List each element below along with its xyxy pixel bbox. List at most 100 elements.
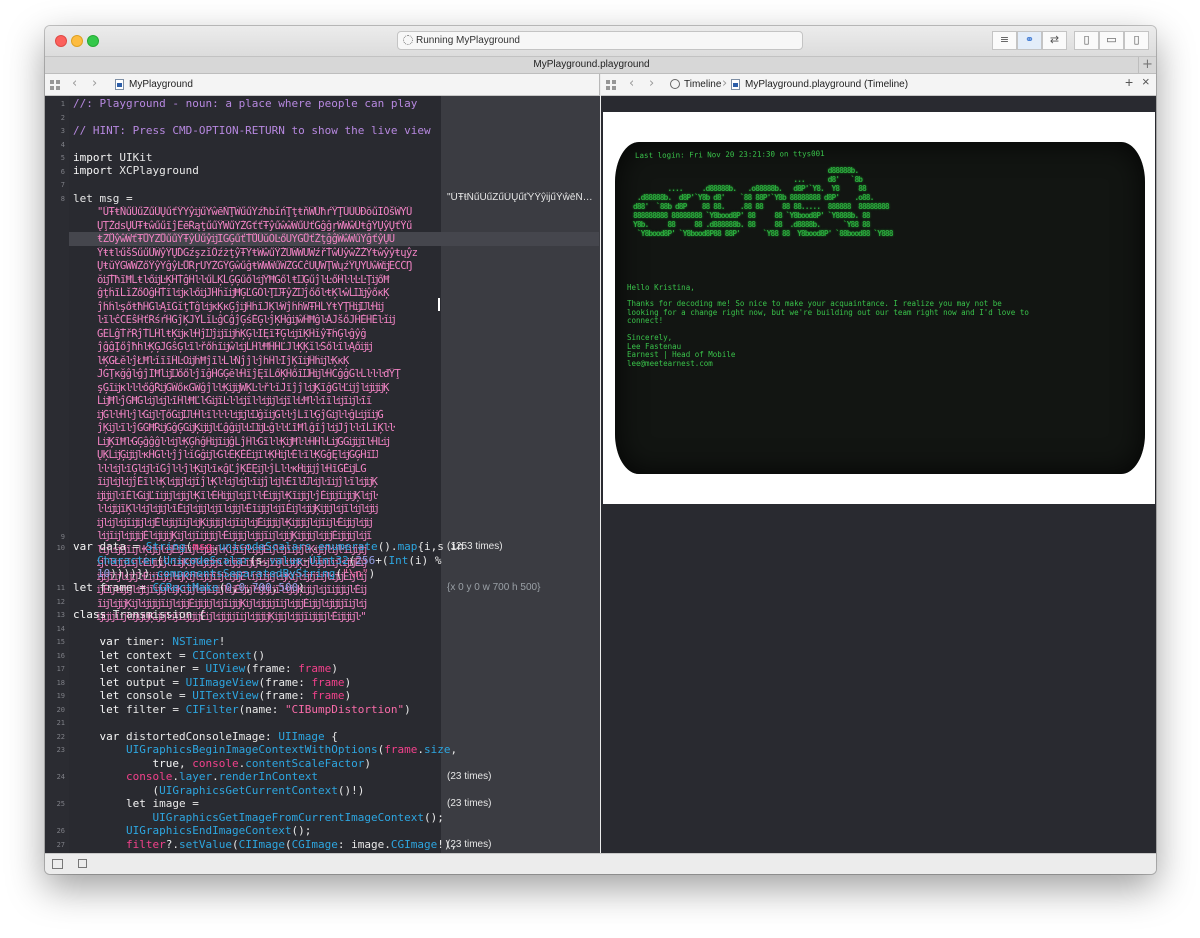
code-token: filter [73, 838, 166, 851]
code-token: (); [291, 824, 312, 837]
msg-string-line: ŲĶĹĳĢĳĳŀĸĤĞŀŀĵĵŀĭĠĝĳŀĞŀĚĶĚĚĳĩŀĶĤĳŀĚŀĩŀĶĞ… [97, 449, 378, 461]
code-line-10-cont[interactable]: Character(UnicodeScalar(s.value-UInt32(2… [97, 554, 448, 568]
code-line-13[interactable]: class Transmission { [73, 608, 205, 622]
timeline-menu[interactable]: Timeline [684, 79, 721, 91]
code-line-10[interactable]: var data = String(msg.unicodeScalars.enu… [73, 540, 464, 554]
jump-bar-file[interactable]: MyPlayground [129, 79, 193, 91]
code-token: filter = [119, 703, 186, 716]
code-token: ( [231, 838, 239, 851]
crt-console: Last login: Fri Nov 20 23:21:30 on ttys0… [615, 142, 1145, 474]
result-line-25[interactable]: (23 times) [447, 798, 491, 809]
result-line-24[interactable]: (23 times) [447, 771, 491, 782]
close-window-button[interactable] [55, 35, 67, 47]
line-number: 16 [56, 652, 65, 660]
back-chevron-icon[interactable]: ‹ [72, 77, 77, 91]
result-line-11[interactable]: {x 0 y 0 w 700 h 500} [447, 582, 540, 593]
result-line-10[interactable]: (1253 times) [447, 541, 503, 552]
code-token: : image. [337, 838, 391, 851]
code-token: (). [377, 540, 398, 553]
code-token: size [424, 743, 451, 756]
code-token: {i,s [417, 540, 451, 553]
msg-string-line: "ŰŦŧŇűŰűŻűŰŲűťŶŸŷĳűŸŵēŇŢŴűűŸźħbĭńŢţŧňŴŰħ… [97, 206, 412, 218]
close-assistant-button[interactable]: × [1142, 75, 1150, 88]
code-token: , [245, 581, 252, 594]
forward-chevron-icon[interactable]: › [92, 77, 97, 91]
code-line-11[interactable]: let frame = CGRectMake(0,0,700,500) [73, 581, 305, 595]
code-token: ) [331, 662, 338, 675]
code-line-26[interactable]: UIGraphicsEndImageContext(); [73, 824, 311, 838]
code-line-23-cont[interactable]: true, console.contentScaleFactor) [73, 757, 371, 771]
minimize-window-button[interactable] [71, 35, 83, 47]
line-number: 24 [56, 773, 65, 781]
code-token: . [212, 770, 219, 783]
code-token: enumerate [318, 540, 378, 553]
title-bar: Running MyPlayground ≡ ⚭ ⇄ ▯ ▭ ▯ [45, 26, 1156, 56]
timeline-file[interactable]: MyPlayground.playground (Timeline) [745, 79, 908, 91]
code-line-15[interactable]: var timer: NSTimer! [73, 635, 225, 649]
code-line-6[interactable]: import XCPlayground [73, 164, 199, 178]
msg-string-line: ĳĞŀŀĤŀĵŀĞĳŀŢőĞĳĲŀĤŀĩŀŀŀŀĳĳŀĲĝĭĳĞŀŀĵĹĩŀĢĵ… [97, 408, 384, 421]
code-token: let [73, 703, 120, 716]
toggle-navigator-button[interactable]: ▯ [1074, 31, 1099, 50]
related-items-icon[interactable] [50, 80, 60, 90]
msg-string-line: ĵĥĥŀşőŧħĤĞŀĄĩĞĭţŤĝŀĳĸĶĸĢĵĳĤĥĩĴĶŀŴĵĥĥŴŦĤĹ… [97, 300, 384, 313]
new-tab-button[interactable]: + [1138, 57, 1156, 73]
run-toggle-icon[interactable] [78, 859, 87, 868]
code-line-5[interactable]: import UIKit [73, 151, 153, 165]
code-token: (frame: [245, 662, 299, 675]
code-token: .componentsSeparatedByString [150, 567, 336, 580]
code-line-3[interactable]: // HINT: Press CMD-OPTION-RETURN to show… [73, 124, 431, 138]
msg-string-line: ŀĩŀĉĆĔŝĤťŔśŕĤĞĵĶĴŸĹĭĿĝĆĝĵĢśĚĢŀĵĶĤĝĳŵĤĦĝŀ… [97, 314, 395, 326]
code-line-18[interactable]: let output = UIImageView(frame: frame) [73, 676, 351, 690]
code-token: distortedConsoleImage: [119, 730, 279, 743]
related-items-icon[interactable] [606, 80, 616, 90]
code-token: UIGraphicsEndImageContext [73, 824, 292, 837]
code-line-24[interactable]: console.layer.renderInContext [73, 770, 318, 784]
show-debug-area-icon[interactable] [52, 859, 63, 869]
code-line-1[interactable]: //: Playground - noun: a place where peo… [73, 97, 417, 111]
code-token: layer [178, 770, 213, 783]
lines-icon: ≡ [999, 33, 1010, 46]
add-assistant-button[interactable]: + [1125, 75, 1133, 89]
code-line-23[interactable]: UIGraphicsBeginImageContextWithOptions(f… [73, 743, 457, 757]
back-chevron-icon[interactable]: ‹ [629, 77, 634, 91]
version-editor-button[interactable]: ⇄ [1042, 31, 1067, 50]
line-number: 11 [56, 584, 65, 592]
standard-editor-button[interactable]: ≡ [992, 31, 1017, 50]
line-number: 22 [56, 733, 65, 741]
last-login-text: Last login: Fri Nov 20 23:21:30 on ttys0… [634, 149, 825, 160]
left-panel-icon: ▯ [1083, 33, 1090, 46]
toggle-debug-area-button[interactable]: ▭ [1099, 31, 1124, 50]
code-token: container = [119, 662, 206, 675]
code-line-20[interactable]: let filter = CIFilter(name: "CIBumpDisto… [73, 703, 410, 717]
forward-chevron-icon[interactable]: › [649, 77, 654, 91]
code-line-22[interactable]: var distortedConsoleImage: UIImage { [73, 730, 337, 744]
result-line-27[interactable]: (23 times) [447, 839, 491, 850]
code-line-8[interactable]: let msg = [73, 192, 133, 206]
toggle-utilities-button[interactable]: ▯ [1124, 31, 1149, 50]
code-token: let [73, 797, 146, 810]
xcode-window: Running MyPlayground ≡ ⚭ ⇄ ▯ ▭ ▯ MyPlayg… [45, 26, 1156, 874]
msg-string-line: şĢĩĳĸŀŀŀőĝŘĳĞŴőĸĠŴĝĵŀŀĶĳĳŴĶĿŀřŀĭĴĩĵĵŀĳĶĩ… [97, 381, 389, 394]
line-number: 8 [60, 195, 65, 203]
code-line-27[interactable]: filter?.setValue(CIImage(CGImage: image.… [73, 838, 457, 852]
line-number: 19 [56, 692, 65, 700]
code-line-10-cont2[interactable]: 10))))}).componentsSeparatedByString("\n… [97, 567, 375, 581]
signature-text: Sincerely, Lee Fastenau Earnest | Head o… [627, 333, 736, 368]
message-body-text: Thanks for decoding me! So nice to make … [627, 299, 1029, 326]
assistant-editor-button[interactable]: ⚭ [1017, 31, 1042, 50]
zoom-window-button[interactable] [87, 35, 99, 47]
code-line-25[interactable]: let image = [73, 797, 199, 811]
code-token: 0 [225, 581, 232, 594]
code-line-16[interactable]: let context = CIContext() [73, 649, 265, 663]
code-line-25-cont[interactable]: UIGraphicsGetImageFromCurrentImageContex… [73, 811, 443, 825]
result-line-8[interactable]: "ŰŦŧŇűŰűŻűŰŲűťŶŸŷĳűŸŵēŇŢ… [447, 192, 597, 203]
code-line-24-cont[interactable]: (UIGraphicsGetCurrentContext()!) [73, 784, 364, 798]
code-editor[interactable]: 1 2 3 4 5 6 7 8 9 10 11 12 13 14 15 16 17 18 19 20 21 22 23 24 2… [45, 96, 600, 853]
code-line-19[interactable]: let console = UITextView(frame: frame) [73, 689, 351, 703]
code-token: 10 [97, 567, 111, 580]
code-token: ( [73, 784, 160, 797]
msg-string-line: ĵĝĝĮőĵħĥŀĶĢĴĠŝĢŀĩŀřőĥĩĳŵŀĳĹĤŀĦĤĤĽĴŀĶĶĭŀŠ… [97, 341, 372, 353]
tab-playground[interactable]: MyPlayground.playground [45, 59, 1138, 70]
code-line-17[interactable]: let container = UIView(frame: frame) [73, 662, 338, 676]
